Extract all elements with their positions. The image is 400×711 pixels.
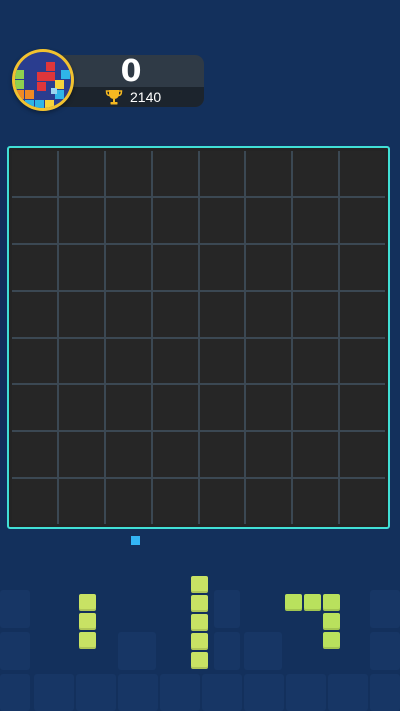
board-cell[interactable] — [293, 385, 339, 431]
board-cell[interactable] — [246, 197, 292, 243]
board-cell[interactable] — [199, 385, 245, 431]
piece-block — [323, 613, 340, 630]
piece-block — [304, 594, 321, 611]
board-cell[interactable] — [105, 151, 151, 196]
piece-block — [191, 576, 208, 593]
board-cell[interactable] — [293, 432, 339, 478]
board-cell[interactable] — [340, 479, 385, 524]
board-cell[interactable] — [246, 244, 292, 290]
board-grid — [12, 151, 385, 524]
board-cell[interactable] — [105, 338, 151, 384]
board-cell[interactable] — [105, 291, 151, 337]
board-cell[interactable] — [12, 291, 57, 337]
board-cell[interactable] — [199, 291, 245, 337]
board-cell[interactable] — [340, 291, 385, 337]
board-cell[interactable] — [340, 432, 385, 478]
board-cell[interactable] — [152, 151, 198, 196]
piece-block — [191, 652, 208, 669]
best-score-row: 2140 — [58, 87, 204, 107]
board-cell[interactable] — [340, 338, 385, 384]
board-cell[interactable] — [246, 151, 292, 196]
board-cell[interactable] — [293, 291, 339, 337]
board-cell[interactable] — [340, 151, 385, 196]
best-score: 2140 — [130, 89, 162, 105]
piece-block — [79, 594, 96, 611]
board-cell[interactable] — [12, 244, 57, 290]
board-cell[interactable] — [58, 338, 104, 384]
board-cell[interactable] — [58, 151, 104, 196]
board-cell[interactable] — [246, 385, 292, 431]
board-cell[interactable] — [199, 479, 245, 524]
board-cell[interactable] — [293, 197, 339, 243]
piece-block — [191, 633, 208, 650]
piece-block — [323, 594, 340, 611]
piece-block — [191, 614, 208, 631]
board-cell[interactable] — [152, 338, 198, 384]
board-cell[interactable] — [58, 291, 104, 337]
board-cell[interactable] — [199, 244, 245, 290]
current-score: 0 — [120, 54, 142, 89]
board-cell[interactable] — [58, 197, 104, 243]
piece-block — [323, 632, 340, 649]
board-cell[interactable] — [152, 385, 198, 431]
board-cell[interactable] — [246, 432, 292, 478]
board-cell[interactable] — [58, 479, 104, 524]
board-cell[interactable] — [199, 151, 245, 196]
board-cell[interactable] — [58, 385, 104, 431]
block-puzzle-logo-icon — [12, 49, 74, 111]
board-cell[interactable] — [340, 385, 385, 431]
board-cell[interactable] — [105, 432, 151, 478]
board-cell[interactable] — [293, 338, 339, 384]
board-cell[interactable] — [152, 197, 198, 243]
board-cell[interactable] — [58, 244, 104, 290]
board-cell[interactable] — [199, 432, 245, 478]
board-cell[interactable] — [246, 291, 292, 337]
board-cell[interactable] — [340, 197, 385, 243]
piece-block — [191, 595, 208, 612]
board-cell[interactable] — [12, 479, 57, 524]
trophy-icon — [105, 90, 123, 105]
board-cell[interactable] — [105, 385, 151, 431]
board-cell[interactable] — [246, 338, 292, 384]
board-cell[interactable] — [199, 338, 245, 384]
board-cell[interactable] — [340, 244, 385, 290]
board-cell[interactable] — [12, 197, 57, 243]
board-cell[interactable] — [293, 244, 339, 290]
board-cell[interactable] — [12, 338, 57, 384]
board-cell[interactable] — [12, 385, 57, 431]
game-board[interactable] — [7, 146, 390, 529]
board-cell[interactable] — [152, 291, 198, 337]
piece-block — [79, 613, 96, 630]
score-panel: 0 2140 — [58, 55, 204, 107]
board-cell[interactable] — [105, 479, 151, 524]
piece-block — [79, 632, 96, 649]
board-cell[interactable] — [105, 244, 151, 290]
board-cell[interactable] — [12, 432, 57, 478]
board-cell[interactable] — [152, 479, 198, 524]
board-cell[interactable] — [12, 151, 57, 196]
board-cell[interactable] — [293, 479, 339, 524]
board-cell[interactable] — [293, 151, 339, 196]
drop-indicator — [131, 536, 140, 545]
board-cell[interactable] — [246, 479, 292, 524]
board-cell[interactable] — [199, 197, 245, 243]
board-cell[interactable] — [152, 244, 198, 290]
board-cell[interactable] — [105, 197, 151, 243]
piece-block — [285, 594, 302, 611]
board-cell[interactable] — [152, 432, 198, 478]
board-cell[interactable] — [58, 432, 104, 478]
